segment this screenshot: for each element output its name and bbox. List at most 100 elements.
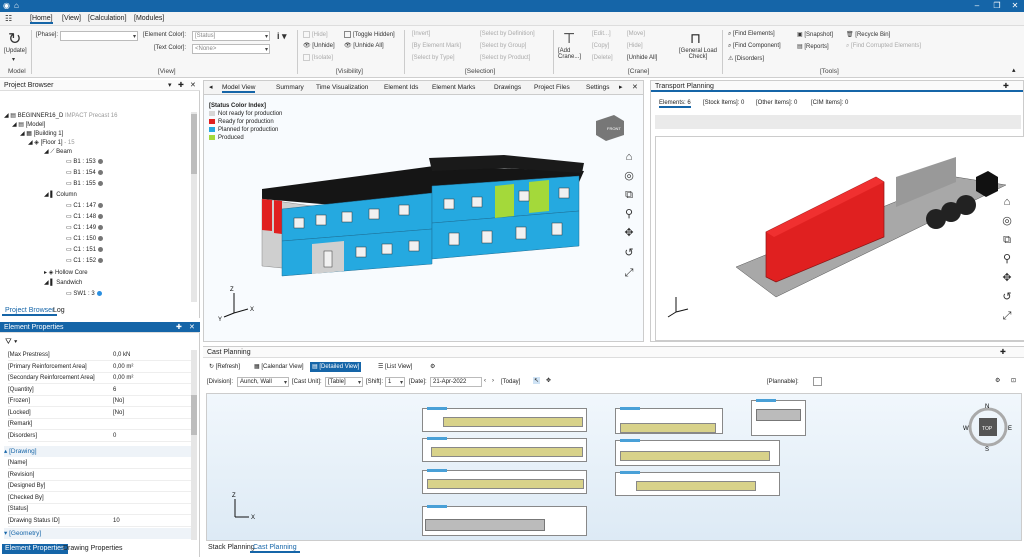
toggle-hidden-button[interactable]: [Toggle Hidden]	[344, 31, 395, 38]
plannable-toggle[interactable]	[813, 377, 822, 386]
building-3d-model[interactable]: Z X Y FRONT	[204, 81, 645, 343]
recycle-bin-button[interactable]: 🗑︎ [Recycle Bin]	[846, 31, 890, 38]
detailed-view-button[interactable]: ▤ [Detailed View]	[310, 362, 362, 372]
tab-cim-items[interactable]: [CIM Items]: 0	[811, 100, 848, 106]
tab-drawing-properties[interactable]: Drawing Properties	[60, 544, 126, 554]
collapse-ribbon-icon[interactable]: ▴	[1012, 66, 1016, 74]
tree-column[interactable]: ◢ ▌ Column	[44, 191, 77, 198]
property-row[interactable]: [Frozen] [No]	[8, 396, 194, 407]
tree-column-item[interactable]: ▭ C1 : 152	[66, 257, 104, 264]
menu-modules[interactable]: [Modules]	[134, 15, 164, 22]
text-color-combo[interactable]: <None> ▾	[192, 44, 270, 54]
tab-log[interactable]: Log	[50, 306, 68, 316]
tree-sandwich-item[interactable]: ▭ SW1 : 3	[66, 290, 102, 297]
tree-column-item[interactable]: ▭ C1 : 151	[66, 246, 104, 253]
drawing-property-row[interactable]: [Revision]	[8, 470, 194, 481]
cast-table[interactable]	[751, 399, 806, 436]
refresh-button[interactable]: ↻ [Refresh]	[207, 362, 242, 372]
drawing-property-row[interactable]: [Designed By]	[8, 481, 194, 492]
pin-icon[interactable]: ✚	[176, 322, 182, 333]
tree-sandwich[interactable]: ◢ ▌ Sandwich	[44, 279, 82, 286]
tree-floor[interactable]: ◢ ◈ [Floor 1] - 15	[28, 139, 75, 146]
edit-crane-button[interactable]: [Edit...]	[592, 31, 611, 37]
by-element-mark-button[interactable]: [By Element Mark]	[412, 43, 461, 49]
cast-table[interactable]	[615, 439, 780, 466]
zoom-icon[interactable]: ⚲	[623, 208, 635, 220]
property-value[interactable]: 6	[113, 385, 116, 396]
tree-hollow-core[interactable]: ▸ ◈ Hollow Core	[44, 269, 88, 276]
property-value[interactable]: [No]	[113, 396, 124, 407]
drawing-section[interactable]: ▴ [Drawing]	[4, 446, 194, 457]
property-value[interactable]: 0,00 m²	[113, 373, 133, 384]
calendar-view-button[interactable]: ▦ [Calendar View]	[252, 362, 306, 372]
cast-table[interactable]	[615, 471, 780, 496]
list-view-button[interactable]: ☰ [List View]	[376, 362, 414, 372]
copy-crane-button[interactable]: [Copy]	[592, 43, 609, 49]
property-row[interactable]: [Remark]	[8, 419, 194, 430]
tree-beam-item[interactable]: ▭ B1 : 153	[66, 158, 103, 165]
property-row[interactable]: [Max Prestress] 0,0 kN	[8, 350, 194, 361]
property-row[interactable]: [Disorders] 0	[8, 431, 194, 442]
disorders-button[interactable]: ⚠ [Disorders]	[728, 55, 764, 62]
tab-other-items[interactable]: [Other Items]: 0	[756, 100, 797, 106]
geometry-section[interactable]: ▾ [Geometry]	[4, 528, 194, 539]
close-button[interactable]: ✕	[1004, 0, 1024, 12]
zoom-window-icon[interactable]: ⧉	[1001, 234, 1013, 246]
quick-access-icon[interactable]: ⌂	[14, 1, 19, 10]
unhide-all-button[interactable]: 👁︎ [Unhide All]	[344, 42, 384, 49]
property-row[interactable]: [Primary Reinforcement Area] 0,00 m²	[8, 362, 194, 373]
cast-table[interactable]	[422, 407, 587, 432]
pin-icon[interactable]: ✚	[178, 80, 184, 91]
tree-beam-item[interactable]: ▭ B1 : 155	[66, 180, 103, 187]
date-picker[interactable]: 21-Apr-2022	[430, 377, 482, 387]
drawing-property-row[interactable]: [Status]	[8, 504, 194, 515]
general-load-check-button[interactable]: [General Load Check]	[676, 48, 720, 60]
cast-table[interactable]	[422, 469, 587, 494]
isolate-button[interactable]: [Isolate]	[303, 54, 333, 61]
element-color-combo[interactable]: [Status] ▾	[192, 31, 270, 41]
prev-day-icon[interactable]: ‹	[484, 378, 486, 384]
tab-cast-planning[interactable]: Cast Planning	[250, 543, 300, 553]
cast-table[interactable]	[422, 437, 587, 462]
add-crane-icon[interactable]: ⊤	[563, 30, 575, 47]
select-icon[interactable]: ↖	[533, 377, 541, 384]
property-value[interactable]: 0,00 m²	[113, 362, 133, 373]
cast-table[interactable]	[422, 505, 587, 536]
close-icon[interactable]: ✕	[190, 80, 196, 91]
settings-icon[interactable]: ⚙	[995, 377, 1000, 384]
tab-element-properties[interactable]: Element Properties	[2, 544, 68, 554]
by-type-button[interactable]: [Select by Type]	[412, 55, 455, 61]
unhide-button[interactable]: 👁︎ [Unhide]	[303, 42, 335, 49]
home-icon[interactable]: ⌂	[623, 151, 635, 163]
property-row[interactable]: [Quantity] 6	[8, 385, 194, 396]
drawing-property-row[interactable]: [Drawing Status ID] 10	[8, 516, 194, 527]
settings-icon[interactable]: ⚙	[428, 362, 437, 372]
close-icon[interactable]: ✕	[189, 322, 195, 333]
delete-crane-button[interactable]: [Delete]	[592, 55, 613, 61]
drawing-property-row[interactable]: [Checked By]	[8, 493, 194, 504]
menu-icon[interactable]: ☷	[5, 14, 12, 23]
update-dropdown-icon[interactable]: ▾	[12, 56, 15, 63]
tree-column-item[interactable]: ▭ C1 : 149	[66, 224, 104, 231]
rotate-icon[interactable]: ↺	[623, 247, 635, 259]
property-row[interactable]: [Secondary Reinforcement Area] 0,00 m²	[8, 373, 194, 384]
zoom-window-icon[interactable]: ⧉	[623, 189, 635, 201]
menu-view[interactable]: [View]	[62, 15, 81, 22]
orbit-icon[interactable]: ◎	[1001, 215, 1013, 227]
next-day-icon[interactable]: ›	[492, 378, 494, 384]
tree-model[interactable]: ◢ ▤ [Model]	[12, 121, 45, 128]
property-value[interactable]: [No]	[113, 408, 124, 419]
cast-table[interactable]	[615, 407, 723, 434]
find-component-button[interactable]: ⌕ [Find Component]	[728, 43, 781, 50]
unhide-all-crane-button[interactable]: [Unhide All]	[627, 55, 657, 61]
menu-home[interactable]: [Home]	[30, 15, 53, 24]
menu-calculation[interactable]: [Calculation]	[88, 15, 127, 22]
property-row[interactable]: [Locked] [No]	[8, 408, 194, 419]
filter-icon[interactable]: ⛛ ▾	[5, 337, 17, 347]
minimize-button[interactable]: –	[966, 0, 988, 12]
add-crane-button[interactable]: [Add Crane...]	[558, 48, 586, 60]
phase-combo[interactable]: ▾	[60, 31, 138, 41]
tree-column-item[interactable]: ▭ C1 : 147	[66, 202, 104, 209]
shift-combo[interactable]: 1 ▾	[385, 377, 405, 387]
compass[interactable]: TOP N E S W	[963, 402, 1013, 452]
